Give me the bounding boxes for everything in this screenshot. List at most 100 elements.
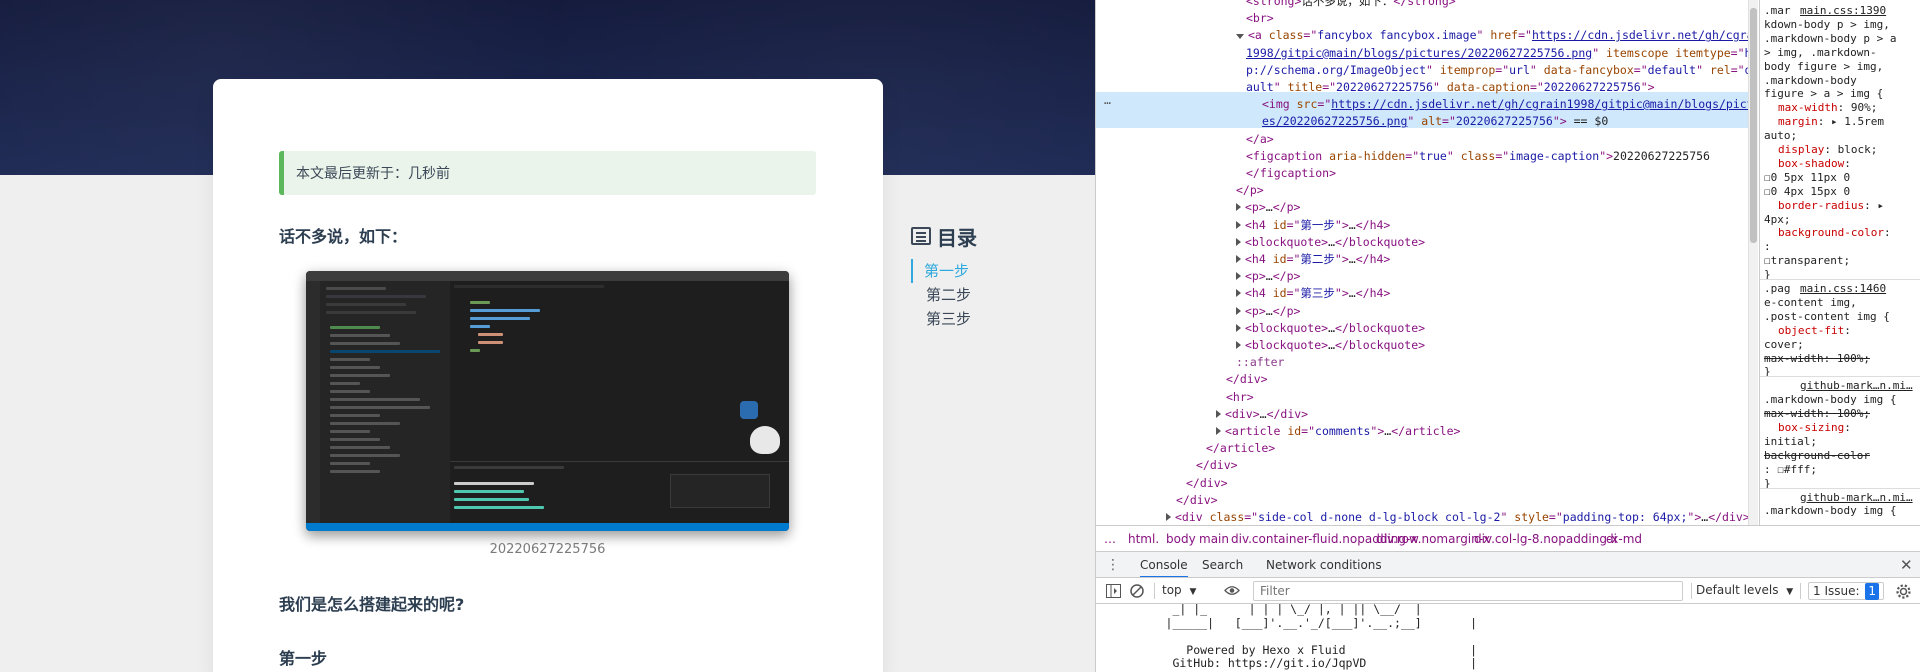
dom-node-line[interactable]: <div>…</div> [1216, 406, 1308, 423]
style-prop-value[interactable]: ▸ [1877, 199, 1884, 212]
sidebar-toggle-icon[interactable] [1106, 584, 1121, 598]
token-link[interactable]: https://cdn.jsdelivr.net/gh/cgrain [1532, 28, 1748, 42]
elements-tree[interactable]: … <strong>话不多说，如下：</strong> <br> <a class=… [1096, 0, 1748, 525]
style-text[interactable]: .markdown-body p > a [1764, 32, 1896, 46]
expand-triangle-open-icon[interactable] [1236, 34, 1244, 40]
toc-item[interactable]: 第一步 [911, 259, 1061, 283]
style-text[interactable]: ☐0 5px 11px 0 [1764, 171, 1850, 185]
style-text[interactable]: .markdown-body img { [1764, 504, 1896, 518]
style-prop-name[interactable]: margin [1778, 115, 1818, 128]
dom-node-line[interactable]: <h4 id="第三步">…</h4> [1236, 285, 1390, 302]
style-prop-name[interactable]: max-width [1778, 101, 1838, 114]
dom-breadcrumb[interactable]: … html. body main div.container-fluid.nopadd… [1096, 525, 1920, 551]
issues-button[interactable]: 1 Issue: 1 [1808, 582, 1884, 600]
style-text[interactable]: auto; [1764, 129, 1797, 143]
expand-triangle-closed-icon[interactable] [1236, 272, 1241, 281]
dom-node-line[interactable]: <blockquote>…</blockquote> [1236, 337, 1425, 354]
dom-node-line[interactable]: <p>…</p> [1236, 199, 1300, 216]
style-prop-name[interactable]: object-fit [1778, 324, 1844, 337]
style-declaration[interactable]: background-color: [1778, 226, 1891, 240]
dom-node-line[interactable]: <p>…</p> [1236, 303, 1300, 320]
style-text[interactable]: initial; [1764, 435, 1817, 449]
style-declaration[interactable]: margin: ▸ 1.5rem [1778, 115, 1884, 129]
style-prop-value[interactable]: ▸ 1.5rem [1831, 115, 1884, 128]
style-declaration[interactable]: box-sizing: [1778, 421, 1851, 435]
style-prop-value[interactable]: 90%; [1851, 101, 1878, 114]
context-selector[interactable]: top ▼ [1162, 583, 1196, 597]
overridden-declaration[interactable]: max-width: 100%; [1764, 352, 1870, 366]
breadcrumb-item[interactable]: html. [1128, 532, 1159, 546]
dom-node-line[interactable]: <a class="fancybox fancybox.image" href=… [1236, 27, 1748, 44]
breadcrumb-item[interactable]: di [1606, 532, 1617, 546]
dom-node-line[interactable]: <hr> [1226, 389, 1254, 406]
style-source-link[interactable]: main.css:1390 [1800, 4, 1886, 18]
console-filter-input[interactable] [1253, 581, 1683, 601]
overridden-declaration[interactable]: max-width: 100%; [1764, 407, 1870, 421]
dom-node-line[interactable]: <div class="side-col d-none d-lg-block c… [1166, 509, 1748, 525]
style-declaration[interactable]: border-radius: ▸ [1778, 199, 1884, 213]
tab-console[interactable]: Console [1140, 552, 1188, 578]
node-actions-dots[interactable]: … [1104, 92, 1111, 109]
dom-node-line[interactable]: <p>…</p> [1236, 268, 1300, 285]
post-screenshot-image[interactable] [306, 271, 789, 531]
expand-triangle-closed-icon[interactable] [1236, 255, 1241, 263]
style-declaration[interactable]: box-shadow: [1778, 157, 1851, 171]
style-text[interactable]: ☐0 4px 15px 0 [1764, 185, 1850, 199]
expand-triangle-closed-icon[interactable] [1236, 306, 1241, 315]
dom-node-line[interactable]: <br> [1246, 10, 1274, 27]
tab-network-conditions[interactable]: Network conditions [1266, 552, 1382, 578]
dom-node-line[interactable]: </p> [1236, 182, 1264, 199]
settings-gear-icon[interactable] [1896, 584, 1911, 599]
style-source-link[interactable]: github-mark…n.mi… [1800, 491, 1913, 505]
style-text[interactable]: > img, .markdown- [1764, 46, 1877, 60]
style-prop-name[interactable]: background-color [1778, 226, 1884, 239]
style-prop-name[interactable]: box-shadow [1778, 157, 1844, 170]
elements-scrollbar[interactable] [1748, 0, 1758, 525]
style-text[interactable]: .markdown-body img { [1764, 393, 1896, 407]
token-link[interactable]: https://cdn.jsdelivr.net/gh/cgrain1998/g… [1331, 97, 1748, 111]
toc-item[interactable]: 第二步 [911, 283, 1061, 307]
token-link[interactable]: 1998/gitpic@main/blogs/pictures/20220627… [1246, 46, 1592, 60]
tab-search[interactable]: Search [1202, 552, 1243, 578]
expand-triangle-closed-icon[interactable] [1236, 237, 1241, 246]
style-text[interactable]: 4px; [1764, 213, 1791, 227]
dom-node-line[interactable]: </a> [1246, 131, 1274, 148]
style-declaration[interactable]: display: block; [1778, 143, 1877, 157]
breadcrumb-item[interactable]: … [1104, 532, 1116, 546]
dom-node-line[interactable]: </div> [1196, 457, 1238, 474]
dom-node-line[interactable]: es/20220627225756.png" alt="202206272257… [1262, 113, 1608, 130]
dom-node-line[interactable]: </div> [1176, 492, 1218, 509]
expand-triangle-closed-icon[interactable] [1216, 409, 1221, 418]
style-text[interactable]: e-content img, [1764, 296, 1857, 310]
style-text[interactable]: .post-content img { [1764, 310, 1890, 324]
style-text[interactable]: : ☐#fff; [1764, 463, 1817, 477]
style-prop-value[interactable]: block; [1838, 143, 1878, 156]
breadcrumb-item[interactable]: body [1166, 532, 1196, 546]
dom-node-line[interactable]: <h4 id="第二步">…</h4> [1236, 251, 1390, 268]
expand-triangle-closed-icon[interactable] [1216, 427, 1221, 435]
expand-triangle-closed-icon[interactable] [1236, 323, 1241, 332]
toc-item[interactable]: 第三步 [911, 307, 1061, 331]
dom-node-line[interactable]: </div> [1186, 475, 1228, 492]
console-output[interactable]: _| |_ | | | \_/ |, | || \__/ | |_____| [… [1096, 604, 1920, 672]
style-text[interactable]: .markdown-body [1764, 74, 1857, 88]
dom-node-line[interactable]: <blockquote>…</blockquote> [1236, 320, 1425, 337]
expand-triangle-closed-icon[interactable] [1236, 203, 1241, 212]
dom-node-line[interactable]: </article> [1206, 440, 1275, 457]
style-prop-name[interactable]: box-sizing [1778, 421, 1844, 434]
style-source-link[interactable]: main.css:1460 [1800, 282, 1886, 296]
token-link[interactable]: es/20220627225756.png [1262, 114, 1407, 128]
dom-node-line[interactable]: ault" title="20220627225756" data-captio… [1246, 79, 1655, 96]
eye-icon[interactable] [1224, 585, 1240, 596]
expand-triangle-closed-icon[interactable] [1236, 341, 1241, 349]
style-text[interactable]: : [1764, 240, 1771, 254]
breadcrumb-item[interactable]: main [1199, 532, 1229, 546]
expand-triangle-closed-icon[interactable] [1166, 513, 1171, 521]
styles-pane[interactable]: .mar main.css:1390 kdown-body p > img, .mar… [1759, 0, 1920, 525]
dom-node-line[interactable]: 1998/gitpic@main/blogs/pictures/20220627… [1246, 45, 1748, 62]
dom-node-line[interactable]: <img src="https://cdn.jsdelivr.net/gh/cg… [1262, 96, 1748, 113]
dom-node-line[interactable]: <figcaption aria-hidden="true" class="im… [1246, 148, 1710, 165]
style-declaration[interactable]: max-width: 90%; [1778, 101, 1877, 115]
style-text[interactable]: figure > a > img { [1764, 87, 1883, 101]
style-prop-name[interactable]: border-radius [1778, 199, 1864, 212]
